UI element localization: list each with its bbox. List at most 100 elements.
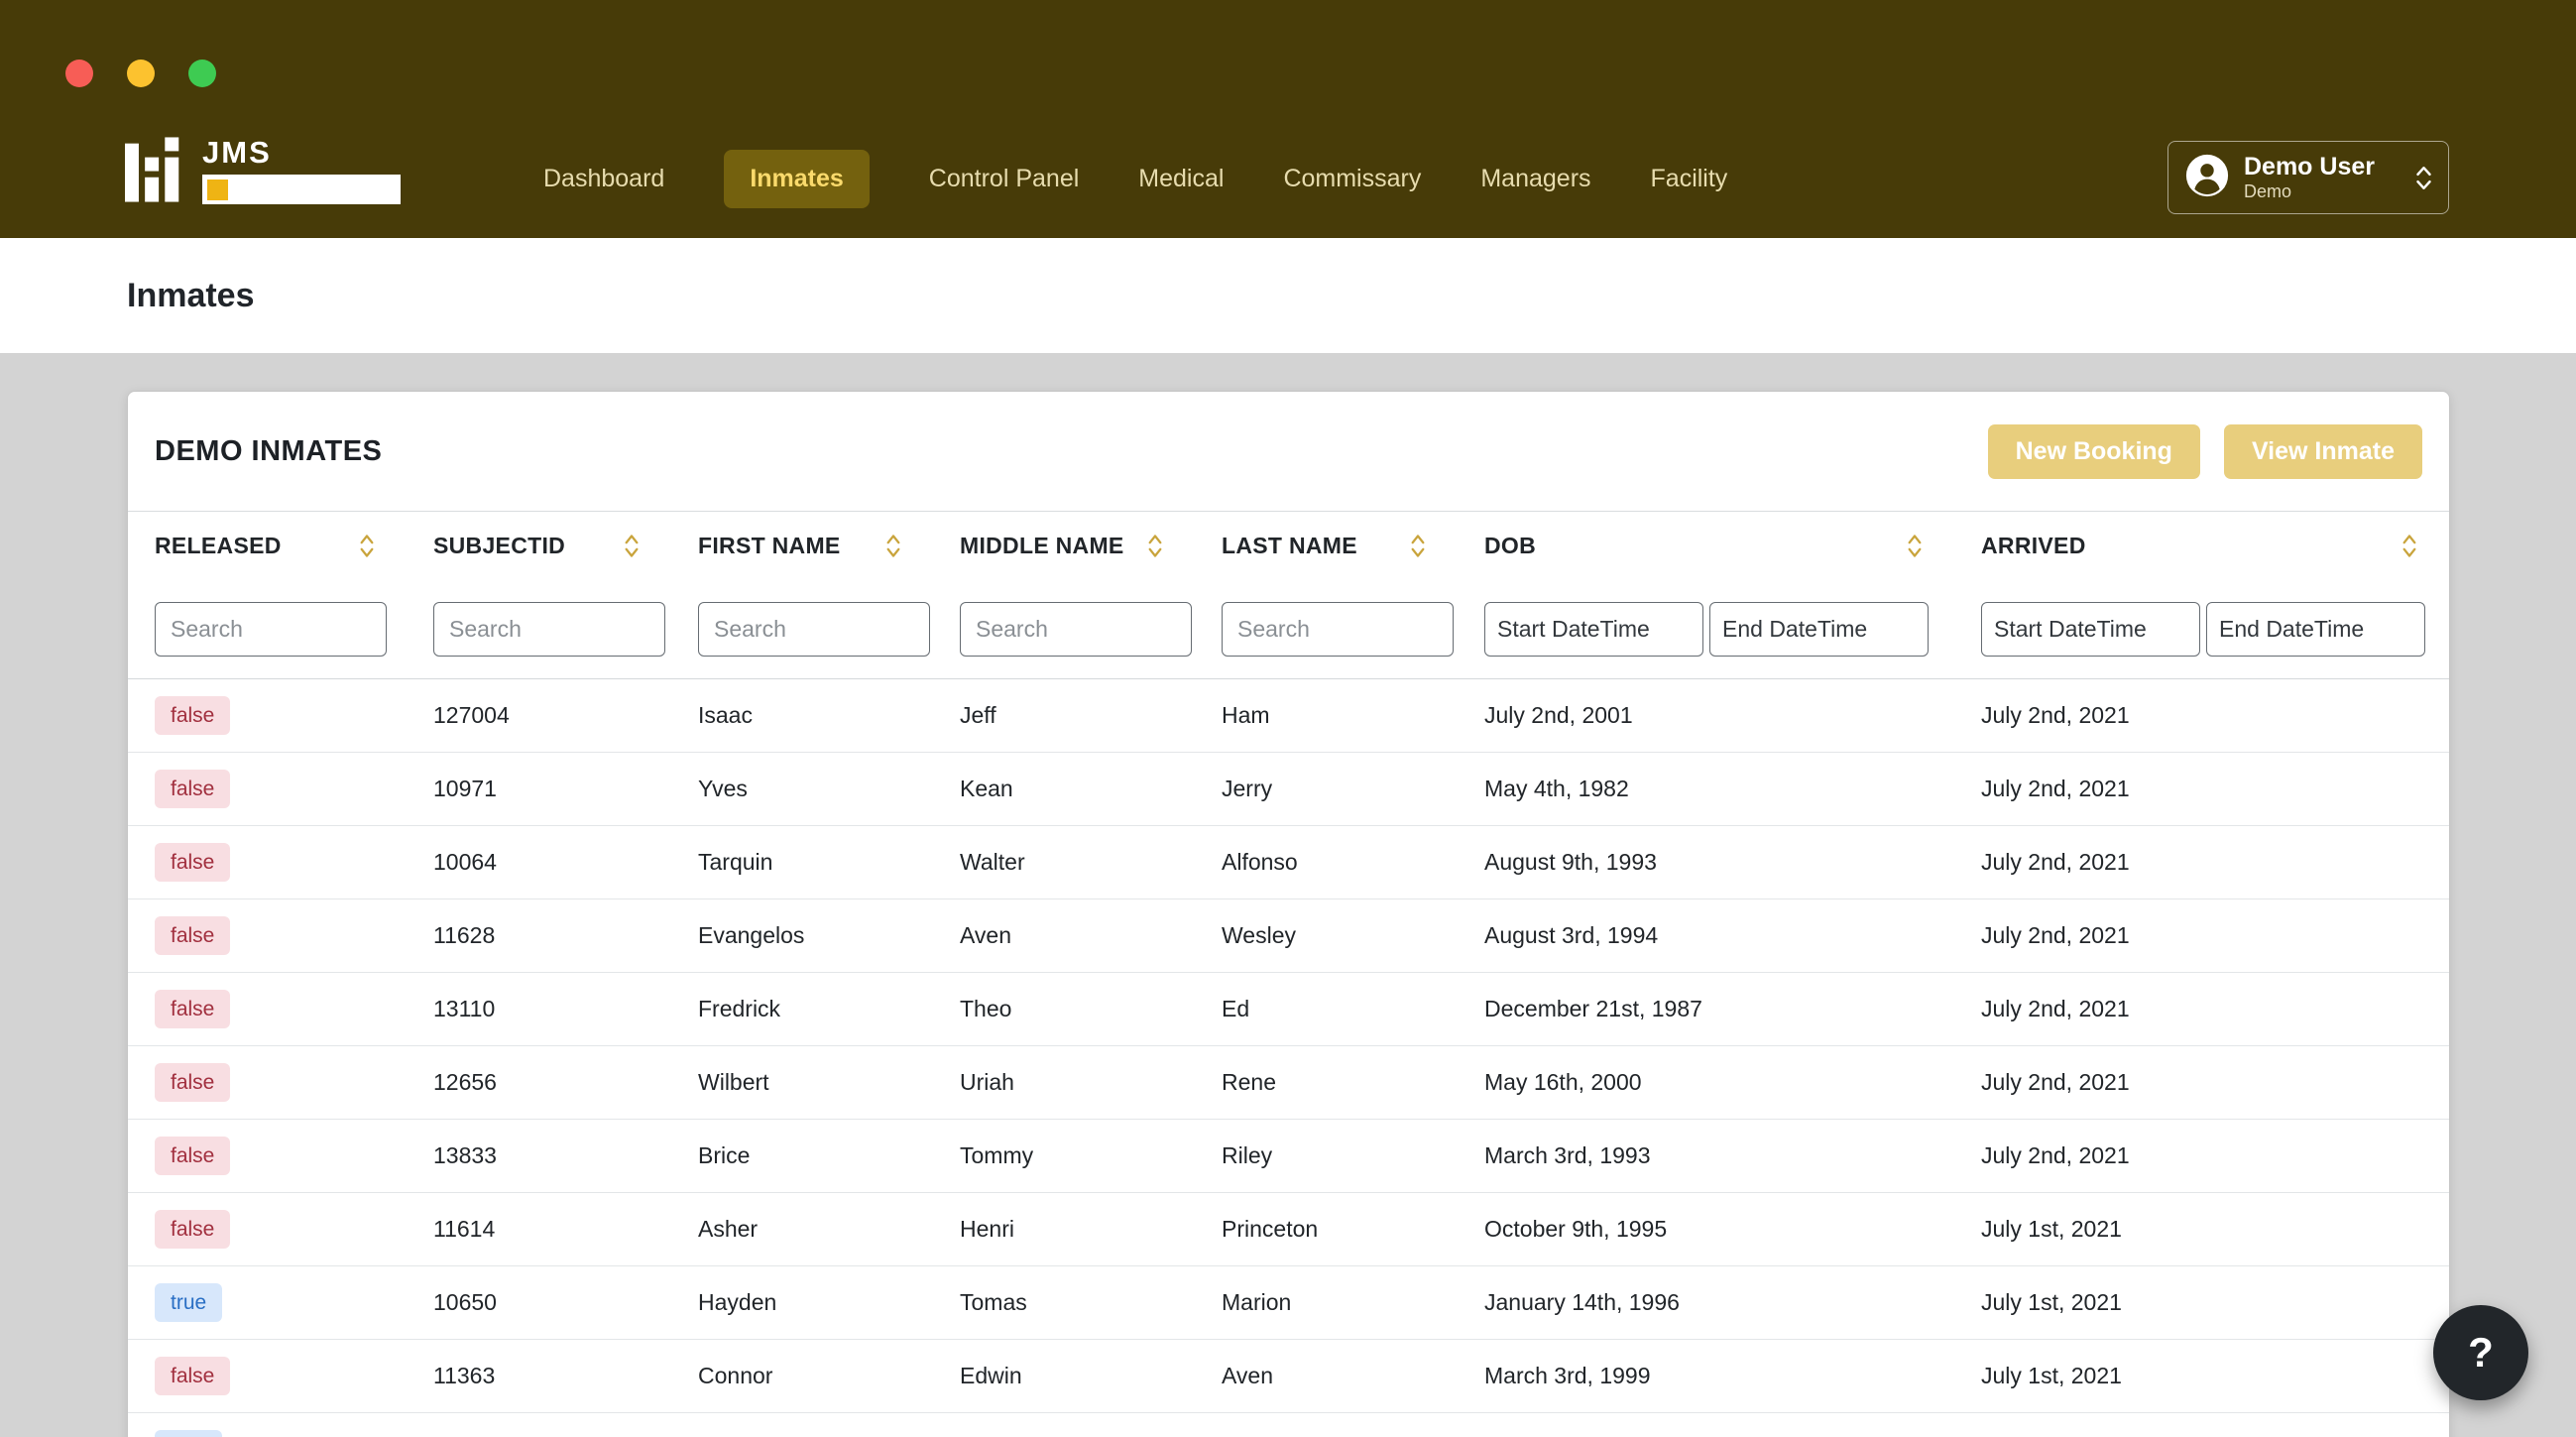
subjectid-cell: 10650 — [433, 1289, 497, 1315]
column-label: RELEASED — [155, 532, 282, 558]
user-menu[interactable]: Demo User Demo — [2167, 141, 2449, 214]
middle-name-cell: Theo — [960, 996, 1012, 1021]
released-cell: false — [128, 695, 407, 736]
arrived-cell: July 1st, 2021 — [1981, 1216, 2122, 1242]
middle-name-cell: Kean — [960, 776, 1013, 801]
middle-name-cell: Jeff — [960, 702, 996, 728]
subjectid-search-input[interactable] — [433, 601, 665, 657]
column-header-subjectid[interactable]: SUBJECTID — [407, 512, 671, 579]
last-name-cell: Ham — [1222, 702, 1270, 728]
dob-cell: January 14th, 1996 — [1484, 1289, 1680, 1315]
jms-logo[interactable]: JMS — [125, 137, 401, 204]
first-name-cell: Fredrick — [698, 996, 781, 1021]
middle-name-cell: Henri — [960, 1216, 1014, 1242]
help-button[interactable]: ? — [2433, 1305, 2528, 1400]
nav-item-inmates[interactable]: Inmates — [724, 149, 870, 208]
nav-item-dashboard[interactable]: Dashboard — [543, 165, 664, 193]
released-badge: false — [155, 1136, 231, 1176]
window-maximize-button[interactable] — [188, 60, 216, 87]
released-search-input[interactable] — [155, 601, 387, 657]
released-badge: true — [155, 1282, 223, 1323]
released-cell: false — [128, 1209, 407, 1250]
released-badge: false — [155, 695, 231, 736]
dob-end-datetime-input[interactable] — [1709, 601, 1929, 657]
view-inmate-button[interactable]: View Inmate — [2223, 423, 2422, 479]
first-name-cell: Isaac — [698, 702, 753, 728]
arrived-cell: July 2nd, 2021 — [1981, 849, 2130, 875]
table-header-row: RELEASED SUBJECTID FIRST NAME MIDDLE NAME LA… — [128, 511, 2449, 579]
dob-cell: August 3rd, 1994 — [1484, 922, 1659, 948]
arrived-end-datetime-input[interactable] — [2206, 601, 2425, 657]
released-cell: true — [128, 1282, 407, 1323]
released-cell: false — [128, 1356, 407, 1396]
arrived-filter-cell — [1954, 601, 2449, 657]
table-row[interactable]: false 11628 Evangelos Aven Wesley August 3rd,… — [128, 899, 2449, 973]
table-row[interactable]: false 13110 Fredrick Theo Ed December 21st, 1… — [128, 973, 2449, 1046]
last-name-cell: Jerry — [1222, 776, 1273, 801]
last-name-cell: Aven — [1222, 1363, 1274, 1388]
table-row[interactable]: false 11614 Asher Henri Princeton October 9th… — [128, 1193, 2449, 1266]
released-cell: false — [128, 769, 407, 809]
sort-icon — [1147, 533, 1163, 559]
user-role: Demo — [2244, 181, 2292, 201]
dob-cell: May 16th, 2000 — [1484, 1069, 1642, 1095]
first-name-cell: Hayden — [698, 1289, 777, 1315]
dob-filter-cell — [1458, 601, 1954, 657]
first-name-search-input[interactable] — [698, 601, 930, 657]
column-header-dob[interactable]: DOB — [1458, 512, 1954, 579]
first-name-cell: Wilbert — [698, 1069, 769, 1095]
middle-name-search-input[interactable] — [960, 601, 1192, 657]
new-booking-button[interactable]: New Booking — [1987, 423, 2200, 479]
table-row[interactable]: false 12656 Wilbert Uriah Rene May 16th, 2000… — [128, 1046, 2449, 1120]
dob-start-datetime-input[interactable] — [1484, 601, 1703, 657]
table-row[interactable]: false 13833 Brice Tommy Riley March 3rd, 1993… — [128, 1120, 2449, 1193]
table-row[interactable]: false 10064 Tarquin Walter Alfonso August 9th… — [128, 826, 2449, 899]
sort-icon — [885, 533, 901, 559]
table-row[interactable]: true 10650 Hayden Tomas Marion January 14th, … — [128, 1266, 2449, 1340]
arrived-cell: July 2nd, 2021 — [1981, 1142, 2130, 1168]
card-header: DEMO INMATES New Booking View Inmate — [128, 392, 2449, 511]
table-filter-row — [128, 579, 2449, 679]
nav-item-medical[interactable]: Medical — [1138, 165, 1224, 193]
window-close-button[interactable] — [65, 60, 93, 87]
released-badge: true — [155, 1429, 223, 1437]
last-name-search-input[interactable] — [1222, 601, 1454, 657]
last-name-cell: Alfonso — [1222, 849, 1298, 875]
last-name-cell: Ed — [1222, 996, 1250, 1021]
column-label: FIRST NAME — [698, 532, 841, 558]
chevron-up-down-icon — [2415, 164, 2432, 192]
released-filter-cell — [128, 601, 407, 657]
middle-name-cell: Edwin — [960, 1363, 1022, 1388]
nav-item-managers[interactable]: Managers — [1480, 165, 1590, 193]
released-badge: false — [155, 915, 231, 956]
released-cell: false — [128, 989, 407, 1029]
arrived-cell: July 2nd, 2021 — [1981, 1069, 2130, 1095]
nav-item-control-panel[interactable]: Control Panel — [929, 165, 1079, 193]
table-row[interactable]: true — [128, 1413, 2449, 1437]
column-header-middle[interactable]: MIDDLE NAME — [933, 512, 1195, 579]
first-name-filter-cell — [671, 601, 933, 657]
page-title-bar: Inmates — [0, 238, 2576, 353]
window-minimize-button[interactable] — [127, 60, 155, 87]
sort-icon — [1410, 533, 1426, 559]
table-row[interactable]: false 10971 Yves Kean Jerry May 4th, 1982 July… — [128, 753, 2449, 826]
column-header-first[interactable]: FIRST NAME — [671, 512, 933, 579]
first-name-cell: Tarquin — [698, 849, 773, 875]
first-name-cell: Yves — [698, 776, 748, 801]
arrived-cell: July 2nd, 2021 — [1981, 922, 2130, 948]
middle-name-filter-cell — [933, 601, 1195, 657]
table-row[interactable]: false 11363 Connor Edwin Aven March 3rd, 1999… — [128, 1340, 2449, 1413]
table-row[interactable]: false 127004 Isaac Jeff Ham July 2nd, 2001 Jul… — [128, 679, 2449, 753]
arrived-cell: July 2nd, 2021 — [1981, 702, 2130, 728]
column-header-last[interactable]: LAST NAME — [1195, 512, 1458, 579]
nav-item-facility[interactable]: Facility — [1651, 165, 1728, 193]
subjectid-cell: 11614 — [433, 1216, 496, 1242]
arrived-cell: July 1st, 2021 — [1981, 1289, 2122, 1315]
dob-cell: March 3rd, 1993 — [1484, 1142, 1651, 1168]
arrived-start-datetime-input[interactable] — [1981, 601, 2200, 657]
column-header-arrived[interactable]: ARRIVED — [1954, 512, 2449, 579]
logo-underline-bar — [202, 175, 401, 204]
column-header-released[interactable]: RELEASED — [128, 512, 407, 579]
inmates-table: RELEASED SUBJECTID FIRST NAME MIDDLE NAME LA… — [128, 511, 2449, 1437]
nav-item-commissary[interactable]: Commissary — [1283, 165, 1421, 193]
